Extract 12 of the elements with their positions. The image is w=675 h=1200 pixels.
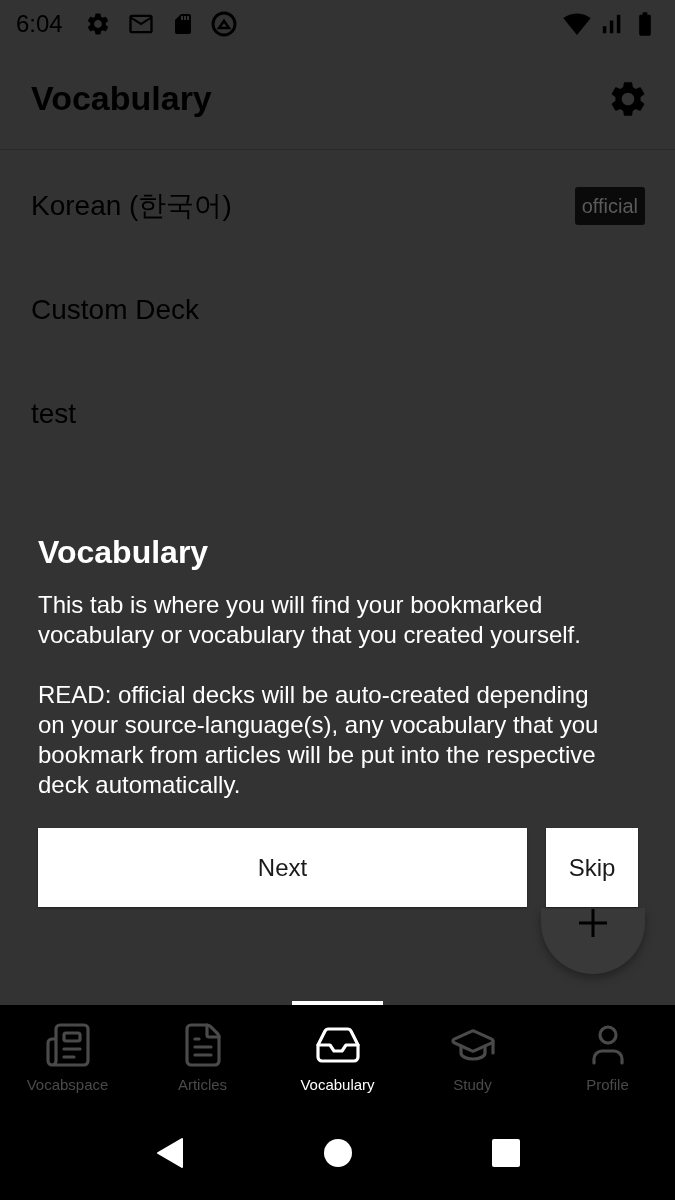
coach-text: READ: official decks will be auto-created depending on your source-language(s), any vocabulary that you bookmark from articles will be put into the respective deck automatically. xyxy=(38,680,600,800)
back-icon[interactable] xyxy=(155,1136,184,1169)
plus-icon xyxy=(579,909,607,937)
skip-button[interactable]: Skip xyxy=(546,828,638,907)
official-tag: official xyxy=(574,187,645,225)
coach-text: This tab is where you will find your bookmarked vocabulary or vocabulary that you created yourself. xyxy=(38,590,582,650)
coach-title: Vocabulary xyxy=(38,533,210,572)
newspaper-icon xyxy=(43,1021,92,1069)
recents-icon[interactable] xyxy=(491,1138,520,1167)
home-icon[interactable] xyxy=(323,1138,352,1167)
next-button[interactable]: Next xyxy=(38,828,527,907)
circle-badge-icon xyxy=(210,11,237,37)
